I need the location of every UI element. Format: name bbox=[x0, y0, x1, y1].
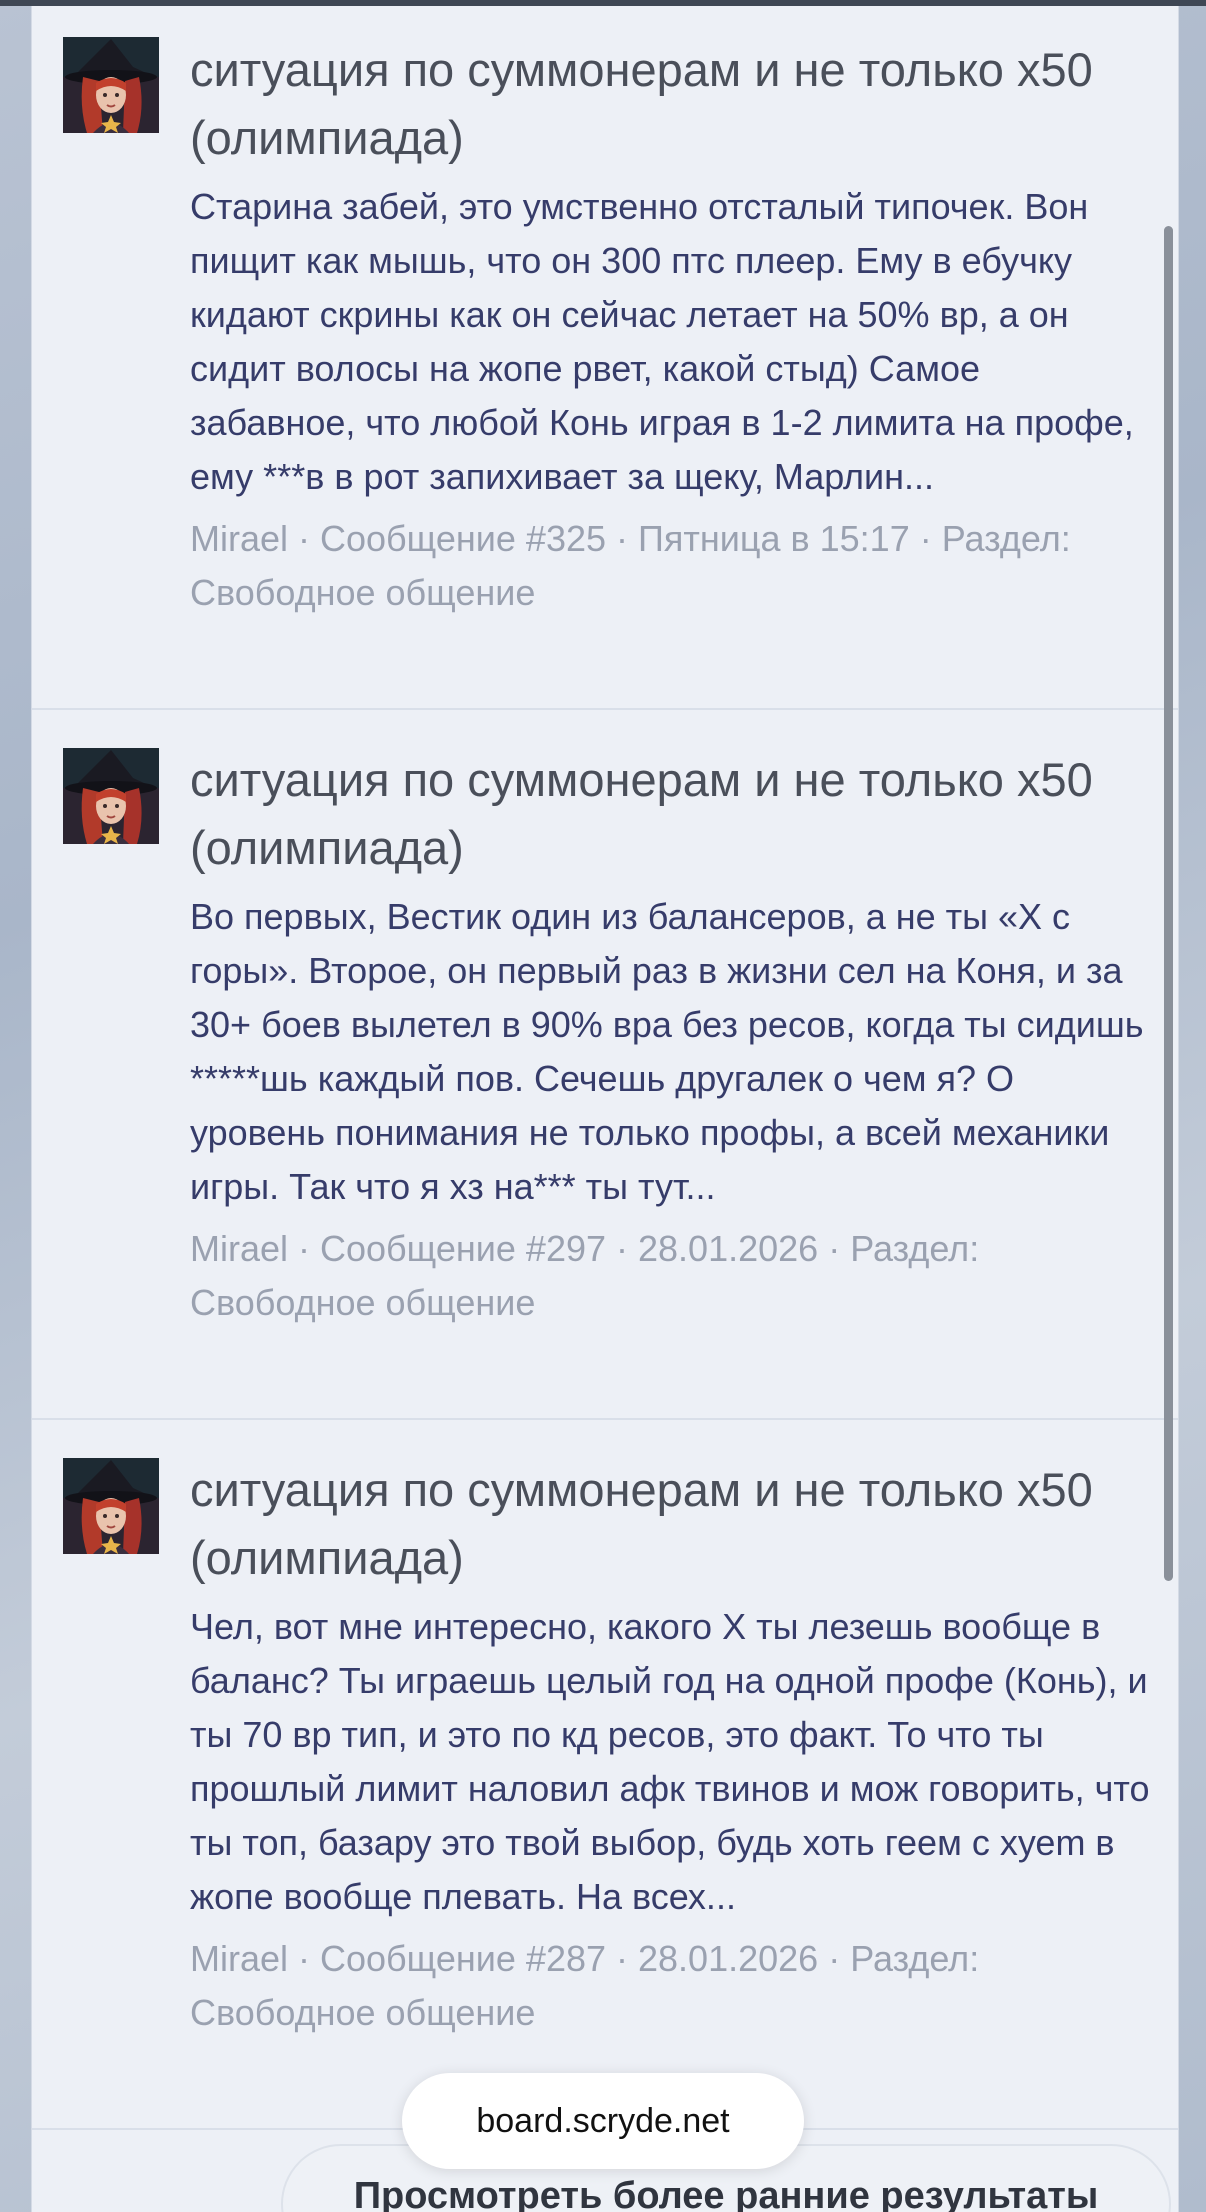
result-message-link[interactable]: Сообщение #287 bbox=[320, 1938, 606, 1979]
result-message-link[interactable]: Сообщение #325 bbox=[320, 518, 606, 559]
scrollbar[interactable] bbox=[1164, 226, 1173, 1581]
meta-separator: · bbox=[606, 1938, 639, 1979]
meta-separator: · bbox=[288, 518, 321, 559]
result-date: 28.01.2026 bbox=[638, 1938, 819, 1979]
meta-separator: · bbox=[288, 1228, 321, 1269]
result-snippet: Чел, вот мне интересно, какого Х ты лезе… bbox=[190, 1606, 1150, 1917]
user-avatar[interactable] bbox=[63, 748, 159, 844]
result-title[interactable]: ситуация по суммонерам и не только x50 (… bbox=[190, 36, 1150, 172]
search-result: ситуация по суммонерам и не только x50 (… bbox=[32, 1420, 1178, 2130]
result-section-link[interactable]: Свободное общение bbox=[190, 1282, 535, 1323]
result-meta: Mirael · Сообщение #325 · Пятница в 15:1… bbox=[190, 512, 1150, 620]
result-date: 28.01.2026 bbox=[638, 1228, 819, 1269]
result-snippet: Во первых, Вестик один из балансеров, а … bbox=[190, 896, 1144, 1207]
result-author-link[interactable]: Mirael bbox=[190, 1228, 288, 1269]
meta-separator: · bbox=[288, 1938, 321, 1979]
result-title[interactable]: ситуация по суммонерам и не только x50 (… bbox=[190, 746, 1150, 882]
meta-separator: · bbox=[818, 1228, 851, 1269]
browser-url-pill[interactable]: board.scryde.net bbox=[402, 2073, 804, 2169]
result-meta: Mirael · Сообщение #297 · 28.01.2026 · Р… bbox=[190, 1222, 1150, 1330]
result-date: Пятница в 15:17 bbox=[638, 518, 910, 559]
search-result: ситуация по суммонерам и не только x50 (… bbox=[32, 710, 1178, 1420]
result-section-link[interactable]: Свободное общение bbox=[190, 572, 535, 613]
witch-avatar-icon bbox=[63, 1458, 159, 1554]
result-section-label: Раздел: bbox=[850, 1938, 980, 1979]
result-title[interactable]: ситуация по суммонерам и не только x50 (… bbox=[190, 1456, 1150, 1592]
result-meta: Mirael · Сообщение #287 · 28.01.2026 · Р… bbox=[190, 1932, 1150, 2040]
meta-separator: · bbox=[606, 518, 639, 559]
result-author-link[interactable]: Mirael bbox=[190, 518, 288, 559]
result-author-link[interactable]: Mirael bbox=[190, 1938, 288, 1979]
result-snippet: Старина забей, это умственно отсталый ти… bbox=[190, 186, 1134, 497]
result-section-label: Раздел: bbox=[941, 518, 1071, 559]
result-section-label: Раздел: bbox=[850, 1228, 980, 1269]
meta-separator: · bbox=[818, 1938, 851, 1979]
witch-avatar-icon bbox=[63, 37, 159, 133]
witch-avatar-icon bbox=[63, 748, 159, 844]
result-section-link[interactable]: Свободное общение bbox=[190, 1992, 535, 2033]
meta-separator: · bbox=[909, 518, 942, 559]
meta-separator: · bbox=[606, 1228, 639, 1269]
user-avatar[interactable] bbox=[63, 1458, 159, 1554]
search-result: ситуация по суммонерам и не только x50 (… bbox=[32, 6, 1178, 710]
user-avatar[interactable] bbox=[63, 37, 159, 133]
search-results-panel: ситуация по суммонерам и не только x50 (… bbox=[31, 6, 1179, 2212]
result-message-link[interactable]: Сообщение #297 bbox=[320, 1228, 606, 1269]
